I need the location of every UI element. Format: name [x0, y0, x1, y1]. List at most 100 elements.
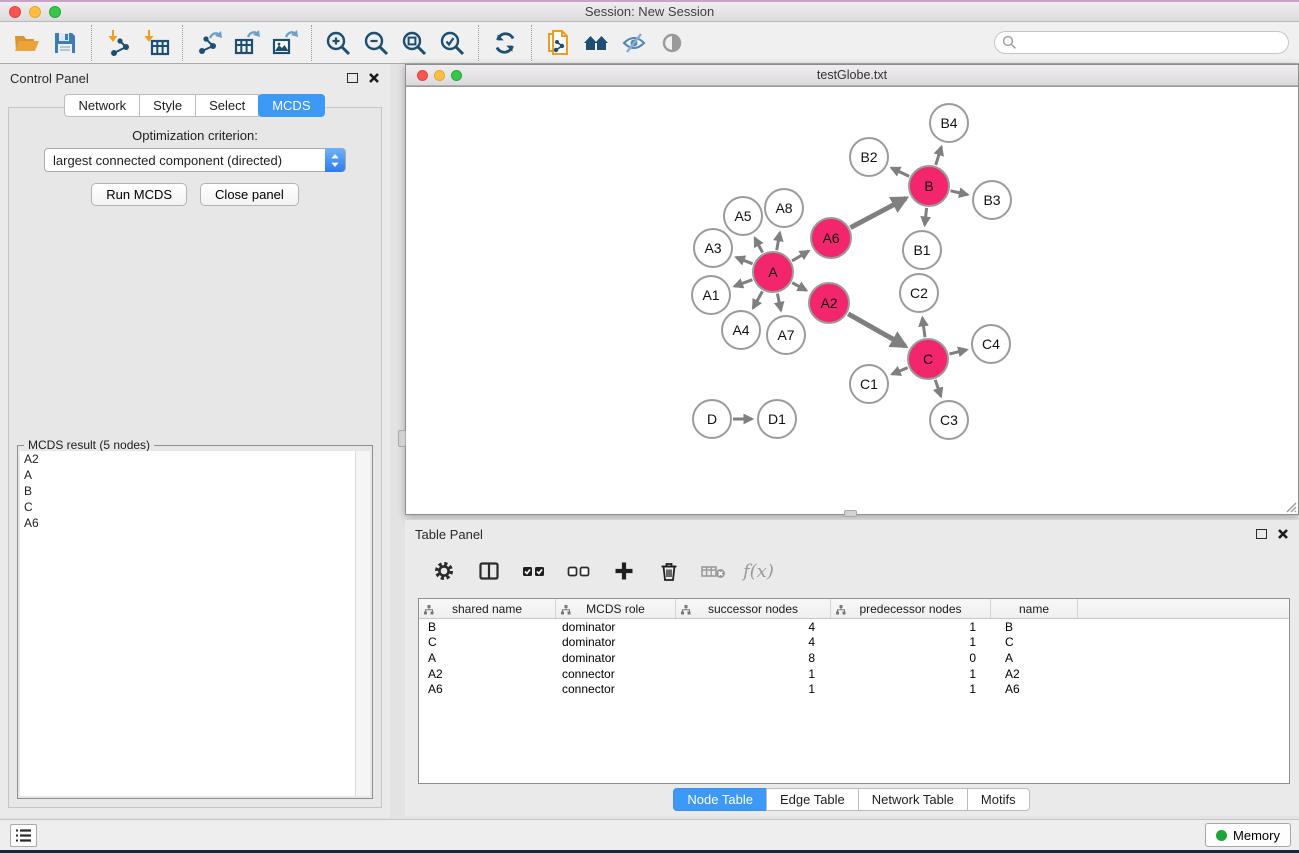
zoom-in-button[interactable]	[319, 25, 357, 61]
edge-A-A2[interactable]	[792, 283, 806, 291]
table-cell[interactable]: C	[419, 635, 556, 649]
window-resize-grip[interactable]	[1283, 499, 1297, 513]
search-input[interactable]	[994, 31, 1289, 54]
column-header-predecessor-nodes[interactable]: predecessor nodes	[831, 599, 991, 618]
show-graphics-details-button[interactable]	[653, 25, 691, 61]
edge-A6-B[interactable]	[850, 198, 906, 228]
edge-B-B2[interactable]	[892, 168, 910, 177]
table-cell[interactable]: 1	[831, 682, 991, 696]
tab-network[interactable]: Network	[64, 94, 140, 117]
edge-A-A1[interactable]	[734, 280, 752, 287]
edge-C-C2[interactable]	[922, 318, 925, 337]
save-session-button[interactable]	[46, 25, 84, 61]
column-header-shared-name[interactable]: shared name	[419, 599, 556, 618]
network-window-titlebar[interactable]: testGlobe.txt	[406, 65, 1298, 86]
edge-C-C1[interactable]	[892, 368, 908, 375]
select-all-rows-button[interactable]	[516, 554, 552, 588]
export-image-button[interactable]	[266, 25, 304, 61]
edge-A-A7[interactable]	[777, 294, 781, 311]
edge-A-A5[interactable]	[755, 238, 763, 253]
table-cell[interactable]: dominator	[556, 651, 676, 665]
tab-network-table[interactable]: Network Table	[858, 788, 968, 811]
table-row[interactable]: A2connector11A2	[419, 666, 1289, 682]
table-cell[interactable]: dominator	[556, 620, 676, 634]
hide-graphics-details-button[interactable]	[615, 25, 653, 61]
refresh-view-button[interactable]	[486, 25, 524, 61]
table-row[interactable]: Cdominator41C	[419, 635, 1289, 651]
close-table-panel-icon[interactable]	[1277, 528, 1289, 540]
export-network-button[interactable]	[190, 25, 228, 61]
mcds-result-list[interactable]: A2ABCA6	[20, 451, 370, 796]
column-header-successor-nodes[interactable]: successor nodes	[676, 599, 831, 618]
edge-C-C4[interactable]	[949, 350, 966, 354]
edge-A-A6[interactable]	[792, 251, 809, 261]
import-network-button[interactable]	[99, 25, 137, 61]
table-row[interactable]: Bdominator41B	[419, 619, 1289, 635]
node-A6[interactable]: A6	[811, 218, 851, 258]
edge-B-B1[interactable]	[925, 208, 927, 225]
show-panels-menu-button[interactable]	[10, 824, 37, 847]
node-D1[interactable]: D1	[758, 400, 796, 438]
table-cell[interactable]: A6	[419, 682, 556, 696]
table-cell[interactable]: 4	[676, 635, 831, 649]
node-B1[interactable]: B1	[903, 231, 941, 269]
tab-node-table[interactable]: Node Table	[673, 788, 767, 811]
node-C[interactable]: C	[908, 339, 948, 379]
app-titlebar[interactable]: Session: New Session	[0, 2, 1299, 22]
table-cell[interactable]: 4	[676, 620, 831, 634]
node-C4[interactable]: C4	[972, 325, 1010, 363]
tab-mcds[interactable]: MCDS	[258, 94, 324, 117]
show-column-button[interactable]	[471, 554, 507, 588]
run-mcds-button[interactable]: Run MCDS	[91, 183, 187, 206]
node-A5[interactable]: A5	[724, 197, 762, 235]
table-cell[interactable]: B	[991, 620, 1078, 634]
node-D[interactable]: D	[693, 400, 731, 438]
node-C2[interactable]: C2	[900, 274, 938, 312]
node-A2[interactable]: A2	[809, 283, 849, 323]
node-B4[interactable]: B4	[930, 104, 968, 142]
table-row[interactable]: Adominator80A	[419, 650, 1289, 666]
table-row[interactable]: A6connector11A6	[419, 681, 1289, 697]
mcds-result-item[interactable]: A	[20, 467, 370, 483]
mcds-result-item[interactable]: B	[20, 483, 370, 499]
column-header-name[interactable]: name	[991, 599, 1078, 618]
network-view-window[interactable]: testGlobe.txt AA1A2A3A4A5A6A7A8BB1B2B3B4…	[405, 64, 1299, 515]
node-C1[interactable]: C1	[850, 365, 888, 403]
table-cell[interactable]: A	[991, 651, 1078, 665]
table-cell[interactable]: B	[419, 620, 556, 634]
node-A7[interactable]: A7	[767, 316, 805, 354]
node-C3[interactable]: C3	[930, 401, 968, 439]
table-cell[interactable]: 8	[676, 651, 831, 665]
zoom-selected-button[interactable]	[433, 25, 471, 61]
node-A8[interactable]: A8	[765, 189, 803, 227]
memory-button[interactable]: Memory	[1205, 823, 1291, 847]
zoom-out-button[interactable]	[357, 25, 395, 61]
add-column-button[interactable]	[606, 554, 642, 588]
home-first-neighbors-button[interactable]	[577, 25, 615, 61]
function-builder-button[interactable]: f(x)	[743, 561, 774, 582]
delete-column-button[interactable]	[651, 554, 687, 588]
edge-A2-C[interactable]	[848, 314, 905, 346]
edge-A-A4[interactable]	[753, 291, 762, 308]
create-network-from-selection-button[interactable]	[539, 25, 577, 61]
table-cell[interactable]: A	[419, 651, 556, 665]
node-B3[interactable]: B3	[973, 181, 1011, 219]
edge-B-B4[interactable]	[936, 147, 942, 165]
list-scrollbar[interactable]	[355, 451, 370, 796]
float-panel-icon[interactable]	[347, 73, 358, 83]
close-panel-button[interactable]: Close panel	[200, 183, 299, 206]
table-cell[interactable]: 1	[831, 635, 991, 649]
table-cell[interactable]: 1	[676, 682, 831, 696]
delete-table-button[interactable]	[696, 554, 732, 588]
import-table-button[interactable]	[137, 25, 175, 61]
node-B2[interactable]: B2	[850, 138, 888, 176]
table-cell[interactable]: A2	[419, 667, 556, 681]
mcds-result-item[interactable]: A2	[20, 451, 370, 467]
table-cell[interactable]: 1	[831, 667, 991, 681]
table-cell[interactable]: 0	[831, 651, 991, 665]
table-cell[interactable]: 1	[831, 620, 991, 634]
zoom-fit-button[interactable]	[395, 25, 433, 61]
table-cell[interactable]: A2	[991, 667, 1078, 681]
tab-style[interactable]: Style	[139, 94, 196, 117]
column-header-mcds-role[interactable]: MCDS role	[556, 599, 676, 618]
